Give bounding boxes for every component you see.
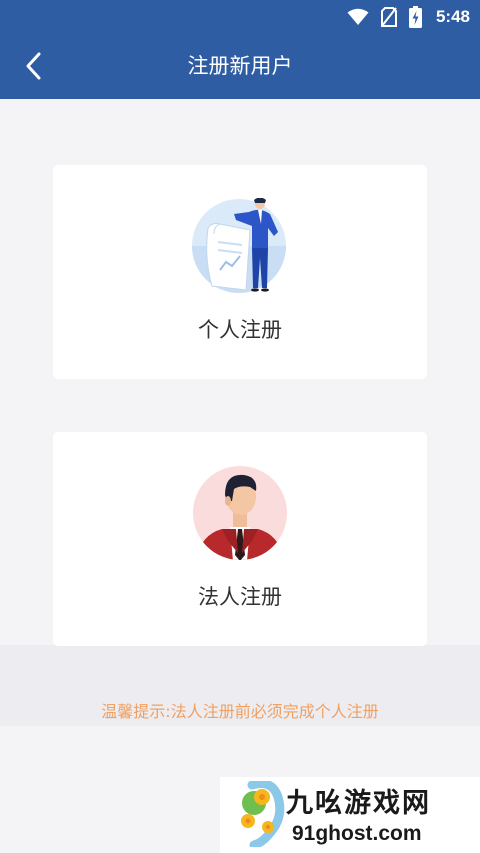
page-title: 注册新用户 [187, 54, 293, 78]
personal-registration-card[interactable]: 个人注册 [53, 165, 427, 379]
legal-registration-label: 法人注册 [198, 585, 282, 609]
status-time: 5:48 [435, 7, 470, 26]
watermark-url: 91ghost.com [292, 822, 422, 845]
nav-bar: 注册新用户 [0, 32, 480, 99]
legal-registration-card[interactable]: 法人注册 [53, 432, 427, 646]
hint-text: 温馨提示:法人注册前必须完成个人注册 [101, 702, 379, 721]
app-header: 5:48 注册新用户 [0, 0, 480, 99]
status-icons: 5:48 [347, 4, 470, 30]
wifi-icon [347, 8, 369, 25]
businessman-document-icon [192, 198, 286, 293]
watermark-logo-icon [241, 781, 285, 847]
man-in-suit-icon [193, 466, 287, 560]
watermark-name: 九吆游戏网 [286, 788, 431, 819]
no-sim-icon [380, 7, 397, 27]
battery-charging-icon [408, 6, 422, 28]
status-bar: 5:48 [0, 0, 480, 32]
watermark: 九吆游戏网 91ghost.com [220, 777, 480, 853]
personal-registration-label: 个人注册 [198, 318, 282, 342]
